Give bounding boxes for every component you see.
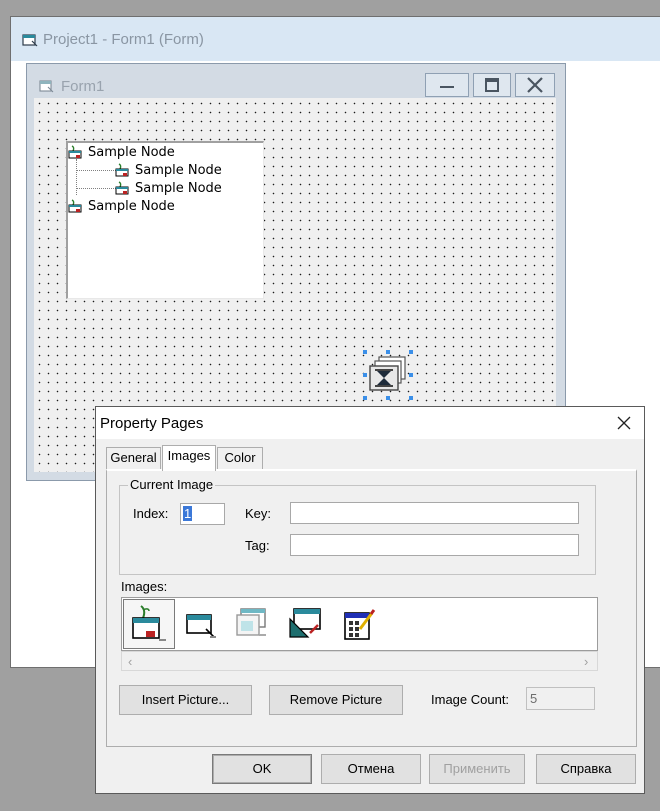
tag-label: Tag: bbox=[245, 538, 270, 553]
image-count-label: Image Count: bbox=[431, 692, 510, 707]
selection-handle[interactable] bbox=[409, 396, 413, 400]
folder-ruler-icon bbox=[289, 608, 321, 638]
image-count-field: 5 bbox=[526, 687, 595, 710]
cancel-button[interactable]: Отмена bbox=[321, 754, 421, 784]
imagelist-control[interactable] bbox=[363, 350, 413, 400]
scroll-right-arrow-icon[interactable]: › bbox=[584, 654, 588, 669]
images-horizontal-scrollbar[interactable]: ‹ › bbox=[121, 651, 598, 671]
index-field[interactable]: 1 bbox=[180, 503, 225, 525]
book-plant-icon bbox=[115, 163, 129, 177]
ok-button[interactable]: OK bbox=[212, 754, 312, 784]
folder-pages-icon bbox=[236, 608, 266, 636]
maximize-icon bbox=[485, 78, 499, 92]
selection-handle[interactable] bbox=[363, 373, 367, 377]
close-icon[interactable] bbox=[614, 413, 634, 433]
close-button[interactable] bbox=[515, 73, 555, 97]
tree-node-label: Sample Node bbox=[135, 163, 222, 178]
help-button[interactable]: Справка bbox=[536, 754, 636, 784]
scroll-left-arrow-icon[interactable]: ‹ bbox=[128, 654, 132, 669]
book-plant-icon bbox=[68, 199, 82, 213]
tree-connector bbox=[76, 188, 116, 189]
form1-title: Form1 bbox=[61, 78, 105, 95]
selection-handle[interactable] bbox=[363, 396, 367, 400]
minimize-icon bbox=[440, 86, 454, 88]
imagelist-icon bbox=[369, 356, 406, 391]
dialog-title: Property Pages bbox=[100, 415, 204, 432]
tree-node-label: Sample Node bbox=[88, 199, 175, 214]
project-window-title: Project1 - Form1 (Form) bbox=[43, 31, 204, 48]
book-plant-icon bbox=[132, 605, 166, 641]
book-plant-icon bbox=[115, 181, 129, 195]
current-image-group: Current Image Index: 1 Key: Tag: bbox=[119, 477, 596, 575]
book-plant-icon bbox=[68, 145, 82, 159]
maximize-button[interactable] bbox=[473, 73, 511, 97]
tree-connector bbox=[76, 170, 116, 171]
images-label: Images: bbox=[121, 579, 168, 594]
index-label: Index: bbox=[133, 506, 169, 521]
selection-handle[interactable] bbox=[386, 350, 390, 354]
apply-button[interactable]: Применить bbox=[429, 754, 525, 784]
tree-connector bbox=[76, 159, 77, 195]
current-image-legend: Current Image bbox=[128, 477, 216, 492]
calculator-pencil-icon bbox=[344, 609, 376, 640]
tab-general[interactable]: General bbox=[106, 447, 161, 469]
image-item-1[interactable] bbox=[123, 599, 175, 649]
images-list[interactable] bbox=[121, 597, 598, 651]
image-item-5[interactable] bbox=[332, 599, 384, 649]
minimize-button[interactable] bbox=[425, 73, 469, 97]
image-item-3[interactable] bbox=[228, 599, 280, 649]
key-field[interactable] bbox=[290, 502, 579, 524]
tag-field[interactable] bbox=[290, 534, 579, 556]
dialog-titlebar[interactable]: Property Pages bbox=[96, 407, 644, 439]
form-window-icon bbox=[22, 34, 38, 47]
insert-picture-button[interactable]: Insert Picture... bbox=[119, 685, 252, 715]
image-item-2[interactable] bbox=[176, 599, 228, 649]
index-value: 1 bbox=[183, 506, 193, 521]
project-window-titlebar[interactable]: Project1 - Form1 (Form) bbox=[11, 17, 660, 61]
selection-handle[interactable] bbox=[409, 373, 413, 377]
form-window-icon bbox=[39, 80, 54, 93]
selection-handle[interactable] bbox=[386, 396, 390, 400]
close-icon bbox=[527, 77, 543, 93]
tab-color[interactable]: Color bbox=[217, 447, 263, 469]
selection-handle[interactable] bbox=[409, 350, 413, 354]
image-item-4[interactable] bbox=[280, 599, 332, 649]
property-pages-dialog: Property Pages General Images Color Curr… bbox=[95, 406, 645, 794]
key-label: Key: bbox=[245, 506, 272, 521]
images-tab-panel: Current Image Index: 1 Key: Tag: Images: bbox=[106, 469, 637, 747]
form1-titlebar[interactable]: Form1 bbox=[27, 64, 565, 98]
selection-handle[interactable] bbox=[363, 350, 367, 354]
tree-node-label: Sample Node bbox=[88, 145, 175, 160]
tree-node-label: Sample Node bbox=[135, 181, 222, 196]
remove-picture-button[interactable]: Remove Picture bbox=[269, 685, 403, 715]
folder-window-icon bbox=[186, 614, 216, 638]
treeview-control[interactable]: Sample Node Sample Node Sample Node Samp… bbox=[66, 141, 264, 299]
tab-images[interactable]: Images bbox=[162, 445, 216, 471]
